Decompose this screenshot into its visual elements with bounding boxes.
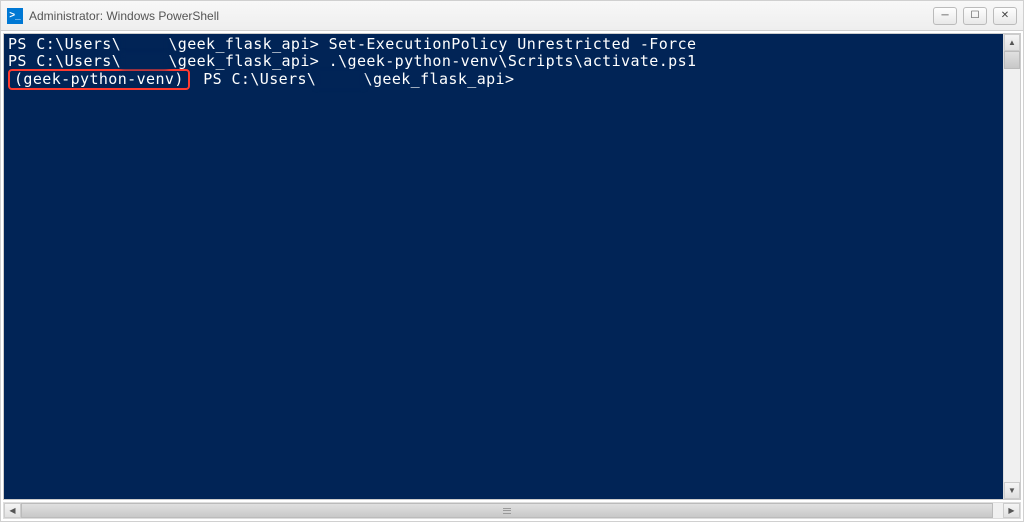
prompt-text: \geek_flask_api>	[168, 35, 328, 53]
venv-indicator-highlight: (geek-python-venv)	[8, 69, 190, 90]
vertical-scrollbar-thumb[interactable]	[1004, 51, 1020, 69]
prompt-text: PS C:\Users\	[8, 52, 121, 70]
command-text: Set-ExecutionPolicy Unrestricted -Force	[329, 35, 697, 53]
terminal-container: PS C:\Users\xxxxx\geek_flask_api> Set-Ex…	[3, 33, 1021, 500]
redacted-user: xxxxx	[121, 36, 168, 53]
prompt-text: PS C:\Users\	[8, 35, 121, 53]
prompt-text: \geek_flask_api>	[364, 70, 515, 88]
window-title: Administrator: Windows PowerShell	[29, 9, 933, 23]
horizontal-scrollbar-thumb[interactable]	[21, 503, 993, 518]
scroll-up-button[interactable]: ▲	[1004, 34, 1020, 51]
window-controls: ─ ☐ ✕	[933, 7, 1017, 25]
redacted-user: xxxxx	[121, 53, 168, 70]
venv-indicator: (geek-python-venv)	[14, 70, 184, 88]
terminal-line: PS C:\Users\xxxxx\geek_flask_api> Set-Ex…	[8, 36, 999, 53]
maximize-button[interactable]: ☐	[963, 7, 987, 25]
terminal-line: PS C:\Users\xxxxx\geek_flask_api> .\geek…	[8, 53, 999, 70]
terminal-line: (geek-python-venv) PS C:\Users\xxxxx\gee…	[8, 69, 999, 90]
horizontal-scrollbar-track[interactable]	[21, 503, 1003, 518]
titlebar[interactable]: >_ Administrator: Windows PowerShell ─ ☐…	[1, 1, 1023, 31]
scroll-down-button[interactable]: ▼	[1004, 482, 1020, 499]
scroll-left-button[interactable]: ◀	[4, 503, 21, 518]
prompt-text: PS C:\Users\	[194, 70, 317, 88]
redacted-user: xxxxx	[316, 71, 363, 88]
terminal[interactable]: PS C:\Users\xxxxx\geek_flask_api> Set-Ex…	[4, 34, 1003, 499]
minimize-button[interactable]: ─	[933, 7, 957, 25]
powershell-window: >_ Administrator: Windows PowerShell ─ ☐…	[0, 0, 1024, 522]
powershell-icon: >_	[7, 8, 23, 24]
prompt-text: \geek_flask_api>	[168, 52, 328, 70]
scroll-right-button[interactable]: ▶	[1003, 503, 1020, 518]
vertical-scrollbar-track[interactable]	[1004, 51, 1020, 482]
vertical-scrollbar[interactable]: ▲ ▼	[1003, 34, 1020, 499]
close-button[interactable]: ✕	[993, 7, 1017, 25]
command-text: .\geek-python-venv\Scripts\activate.ps1	[329, 52, 697, 70]
scrollbar-grip-icon	[503, 508, 511, 514]
horizontal-scrollbar[interactable]: ◀ ▶	[3, 502, 1021, 519]
